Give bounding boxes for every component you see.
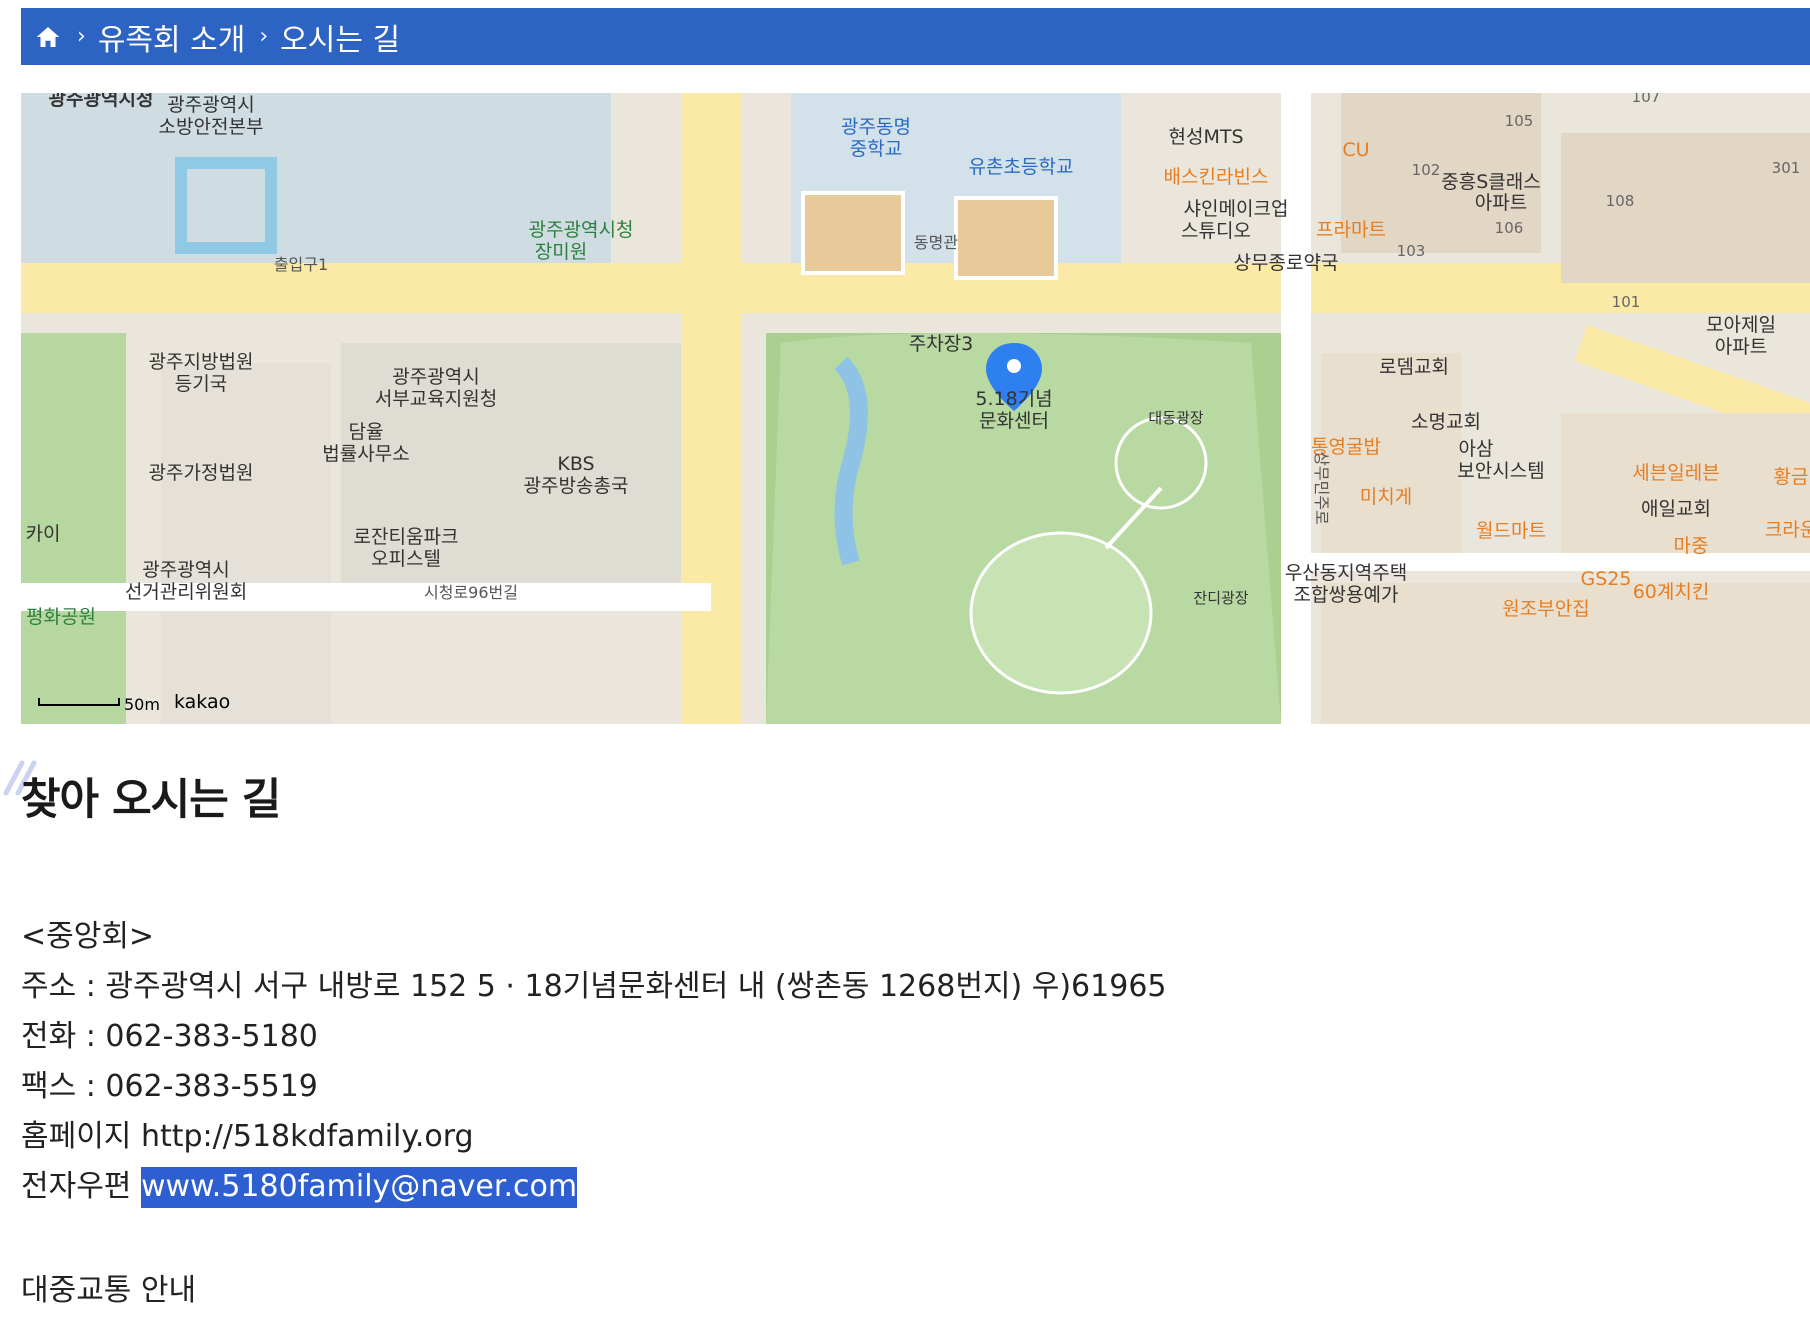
map-place-label: 보안시스템 xyxy=(1457,460,1544,482)
map-place-label: 광주광역시 xyxy=(392,366,479,388)
map-place-label: 법률사무소 xyxy=(322,443,409,465)
map-place-label: 크라운 xyxy=(1765,519,1810,541)
map-road-label: 시청로96번길 xyxy=(424,583,518,602)
map-place-label: 모아제일 xyxy=(1706,314,1776,336)
phone-text: 전화 : 062-383-5180 xyxy=(21,1019,318,1054)
map-place-label: 장미원 xyxy=(535,241,587,263)
building-number: 102 xyxy=(1412,161,1441,179)
building-number: 301 xyxy=(1772,159,1801,177)
map-place-label: CU xyxy=(1342,139,1369,161)
kakao-map[interactable]: 광주광역시청 광주광역시 소방안전본부 광주광역시청 장미원 광주동명 중학교 … xyxy=(21,93,1810,724)
map-place-label: 애일교회 xyxy=(1641,498,1711,520)
map-place-label: 담율 xyxy=(349,421,384,443)
map-place-label: 샤인메이크업 xyxy=(1184,198,1289,220)
map-place-label: 광주광역시청 xyxy=(529,219,634,241)
map-place-label: 소명교회 xyxy=(1411,411,1481,433)
map-place-label: 배스킨라빈스 xyxy=(1164,166,1269,188)
map-place-label: 서부교육지원청 xyxy=(375,388,497,410)
map-place-label: 미치게 xyxy=(1360,486,1412,508)
map-place-label: 아삼 xyxy=(1459,438,1494,460)
home-icon[interactable] xyxy=(33,22,63,52)
map-place-label: 황금 xyxy=(1774,466,1809,488)
chevron-right-icon: › xyxy=(259,24,269,49)
org-label: <중앙회> xyxy=(21,919,155,954)
map-place-label: 잔디광장 xyxy=(1193,589,1248,607)
homepage-row: 홈페이지 http://518kdfamily.org xyxy=(21,1112,1167,1162)
map-place-label: 광주광역시 xyxy=(142,559,229,581)
building-number: 105 xyxy=(1505,112,1534,130)
building-number: 108 xyxy=(1606,192,1635,210)
map-place-label: 중학교 xyxy=(850,138,902,160)
map-place-label: 로뎀교회 xyxy=(1379,356,1449,378)
map-place-label: 평화공원 xyxy=(26,606,96,628)
map-place-label: 광주광역시 xyxy=(167,94,254,116)
breadcrumb-item-directions[interactable]: 오시는 길 xyxy=(280,15,400,59)
map-place-label: 선거관리위원회 xyxy=(125,581,247,603)
map-place-label: 오피스텔 xyxy=(371,548,441,570)
map-place-label: 로잔티움파크 xyxy=(354,526,459,548)
contact-info: <중앙회> 주소 : 광주광역시 서구 내방로 152 5 · 18기념문화센터… xyxy=(21,912,1167,1212)
building-number: 101 xyxy=(1612,293,1641,311)
homepage-label: 홈페이지 xyxy=(21,1119,132,1154)
transport-heading: 대중교통 안내 xyxy=(21,1273,197,1308)
map-place-label: 아파트 xyxy=(1715,336,1767,358)
map-place-label: 광주방송총국 xyxy=(524,475,629,497)
building-number: 103 xyxy=(1397,242,1426,260)
fax-text: 팩스 : 062-383-5519 xyxy=(21,1069,318,1104)
map-road-label: 동명관 xyxy=(914,233,958,252)
breadcrumb: › 유족회 소개 › 오시는 길 xyxy=(21,8,1810,65)
homepage-link[interactable]: http://518kdfamily.org xyxy=(141,1119,474,1154)
email-label: 전자우편 xyxy=(21,1169,132,1204)
map-place-label: 광주동명 xyxy=(841,116,911,138)
map-place-label: 월드마트 xyxy=(1476,520,1546,542)
chevron-right-icon: › xyxy=(77,24,86,49)
map-place-label: 소방안전본부 xyxy=(159,116,264,138)
map-provider-logo: kakao xyxy=(174,691,230,713)
map-place-label: 조합쌍용예가 xyxy=(1294,584,1399,606)
map-place-label: 대동광장 xyxy=(1148,409,1203,427)
map-place-label: 광주지방법원 xyxy=(149,351,254,373)
map-place-label: 마중 xyxy=(1674,535,1709,557)
map-place-label: 카이 xyxy=(26,523,61,545)
map-scale-label: 50m xyxy=(124,695,160,714)
map-place-label: GS25 xyxy=(1581,568,1632,590)
map-place-label: 프라마트 xyxy=(1316,219,1386,241)
map-place-label: 광주광역시청 xyxy=(49,93,154,110)
map-road-label: 상무민주로 xyxy=(1312,451,1331,525)
address-text: 주소 : 광주광역시 서구 내방로 152 5 · 18기념문화센터 내 (쌍촌… xyxy=(21,969,1167,1004)
map-place-label: 60계치킨 xyxy=(1633,581,1710,603)
email-row: 전자우편 www.5180family@naver.com xyxy=(21,1162,1167,1212)
building-number: 107 xyxy=(1632,93,1661,106)
map-place-label: 상무종로약국 xyxy=(1234,252,1339,274)
map-place-label: 문화센터 xyxy=(979,410,1049,432)
map-place-label: 스튜디오 xyxy=(1181,220,1251,242)
map-place-label: 5.18기념 xyxy=(975,388,1052,410)
email-link[interactable]: www.5180family@naver.com xyxy=(140,1167,578,1208)
map-place-label: 아파트 xyxy=(1475,192,1527,214)
map-place-label: 우산동지역주택 xyxy=(1285,562,1407,584)
map-place-label: 중흥S클래스 xyxy=(1441,171,1540,193)
map-place-label: 원조부안집 xyxy=(1502,598,1589,620)
map-place-label: 현성MTS xyxy=(1168,126,1243,148)
map-place-label: 등기국 xyxy=(175,373,227,395)
map-road-label: 출입구1 xyxy=(274,255,328,274)
map-place-label: 유촌초등학교 xyxy=(969,156,1074,178)
map-place-label: 세븐일레븐 xyxy=(1632,462,1719,484)
page-title: 찾아 오시는 길 xyxy=(21,775,281,825)
map-place-label: 광주가정법원 xyxy=(149,462,254,484)
breadcrumb-item-about[interactable]: 유족회 소개 xyxy=(98,15,246,59)
map-place-label: 주차장3 xyxy=(909,333,974,355)
map-place-label: KBS xyxy=(557,453,594,475)
building-number: 106 xyxy=(1495,219,1524,237)
